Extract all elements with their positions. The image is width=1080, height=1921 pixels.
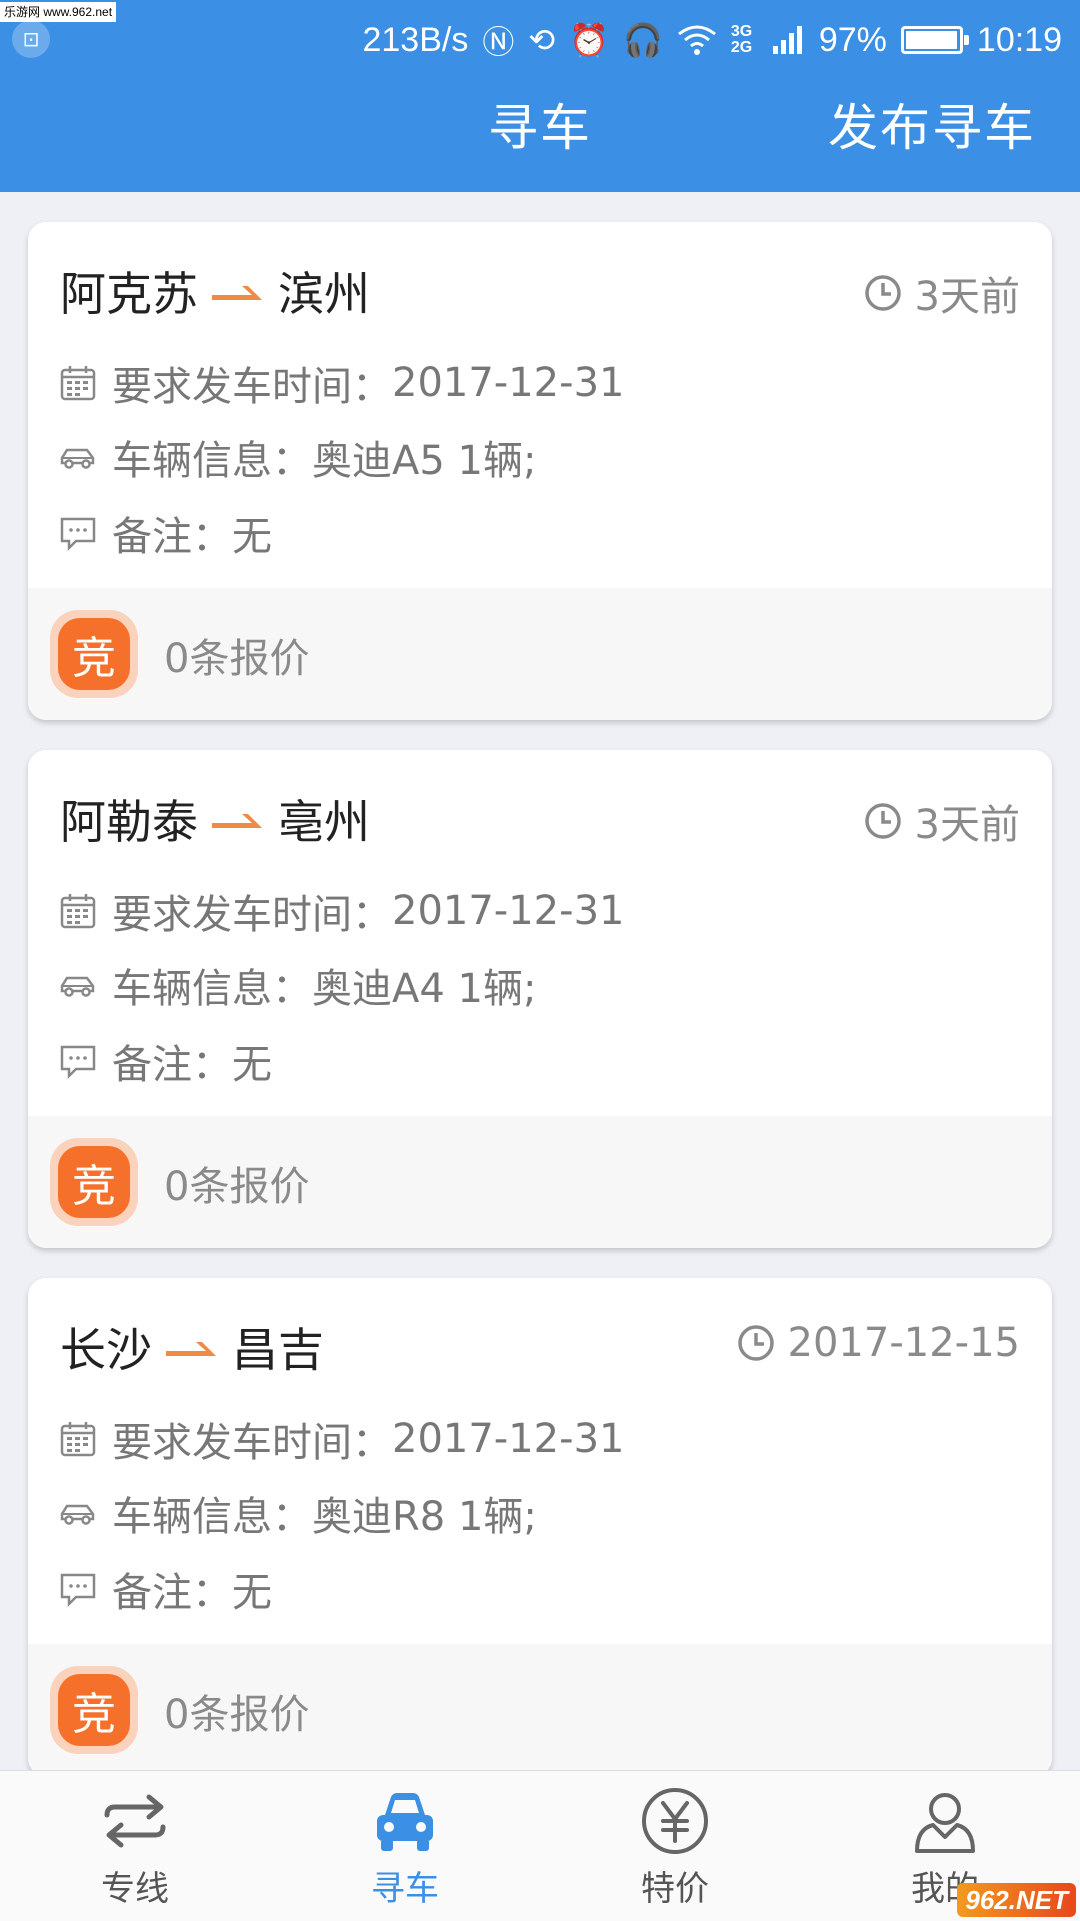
user-icon — [915, 1793, 975, 1853]
remark-row: 备注： 无 — [58, 1032, 272, 1090]
route-arrow-icon — [212, 278, 264, 304]
vehicle-info-row: 车辆信息： 奥迪R8 1辆; — [58, 1484, 537, 1542]
car-outline-icon — [60, 976, 95, 997]
posted-time-text: 3天前 — [914, 274, 1020, 320]
vehicle-info-label: 车辆信息： — [112, 966, 312, 1012]
route: 阿勒泰 亳州 — [60, 786, 370, 852]
bid-count: 0条报价 — [164, 1164, 310, 1210]
depart-time-value: 2017-12-31 — [392, 360, 625, 406]
yen-icon — [642, 1788, 708, 1854]
nav-label: 专线 — [101, 1869, 169, 1909]
request-card[interactable]: 长沙 昌吉 2017-12-15 要求发车时间： 2017-12-31 车辆信息… — [28, 1278, 1052, 1776]
vehicle-info-label: 车辆信息： — [112, 1494, 312, 1540]
bid-icon: 竞 — [50, 610, 138, 698]
depart-time-label: 要求发车时间： — [112, 892, 392, 938]
app-header: 乐游网 www.962.net ⊡ 213B/s Ⓝ ⟲ ⏰ 🎧 3G 2G 9… — [0, 0, 1080, 192]
wifi-icon — [677, 25, 716, 55]
calendar-icon — [60, 366, 96, 401]
route-from: 阿克苏 — [60, 267, 198, 321]
calendar-icon — [60, 894, 96, 929]
route-to: 昌吉 — [232, 1323, 324, 1377]
car-outline-icon — [60, 448, 95, 469]
request-card[interactable]: 阿克苏 滨州 3天前 要求发车时间： 2017-12-31 车辆信息： 奥迪A5… — [28, 222, 1052, 720]
signal-icon — [772, 26, 802, 54]
route: 长沙 昌吉 — [60, 1314, 324, 1380]
alarm-icon: ⏰ — [569, 22, 609, 58]
bid-icon: 竞 — [50, 1666, 138, 1754]
car-icon — [377, 1793, 433, 1851]
depart-time-value: 2017-12-31 — [392, 1416, 625, 1462]
depart-time-row: 要求发车时间： 2017-12-31 — [58, 882, 624, 940]
bid-bar[interactable]: 竞 0条报价 — [28, 588, 1052, 720]
remark-value: 无 — [232, 1042, 272, 1088]
route: 阿克苏 滨州 — [60, 258, 370, 324]
nav-label: 寻车 — [371, 1869, 439, 1909]
vehicle-info-value: 奥迪A5 1辆; — [312, 438, 537, 484]
remark-label: 备注： — [112, 514, 232, 560]
vehicle-info-value: 奥迪A4 1辆; — [312, 966, 537, 1012]
swap-arrows-icon — [104, 1794, 166, 1848]
nfc-icon: Ⓝ — [482, 24, 515, 60]
headphones-icon: 🎧 — [623, 22, 663, 58]
calendar-icon — [60, 1422, 96, 1457]
vehicle-info-row: 车辆信息： 奥迪A4 1辆; — [58, 956, 536, 1014]
status-bar: 乐游网 www.962.net ⊡ 213B/s Ⓝ ⟲ ⏰ 🎧 3G 2G 9… — [0, 0, 1080, 76]
posted-time: 2017-12-15 — [736, 1320, 1020, 1366]
site-badge: 乐游网 www.962.net — [0, 2, 117, 22]
site-watermark: 962.NET — [957, 1883, 1076, 1917]
request-list: 阿克苏 滨州 3天前 要求发车时间： 2017-12-31 车辆信息： 奥迪A5… — [28, 222, 1052, 1806]
bid-bar[interactable]: 竞 0条报价 — [28, 1644, 1052, 1776]
comment-icon — [60, 1045, 96, 1080]
route-to: 滨州 — [278, 267, 370, 321]
depart-time-value: 2017-12-31 — [392, 888, 625, 934]
nav-label: 特价 — [641, 1869, 709, 1909]
publish-search-button[interactable]: 发布寻车 — [828, 88, 1036, 160]
bid-count: 0条报价 — [164, 636, 310, 682]
clock-icon — [737, 1325, 774, 1361]
route-to: 亳州 — [278, 795, 370, 849]
comment-icon — [60, 1573, 96, 1608]
route-arrow-icon — [166, 1334, 218, 1360]
comment-icon — [60, 517, 96, 552]
posted-time: 3天前 — [863, 792, 1020, 850]
request-card[interactable]: 阿勒泰 亳州 3天前 要求发车时间： 2017-12-31 车辆信息： 奥迪A4… — [28, 750, 1052, 1248]
bottom-nav: 专线 寻车 特价 我的 962.NET — [0, 1770, 1080, 1921]
bid-count: 0条报价 — [164, 1692, 310, 1738]
bid-icon: 竞 — [50, 1138, 138, 1226]
network-type: 3G 2G — [730, 23, 753, 56]
battery-icon — [900, 26, 969, 54]
nav-item-find-car[interactable]: 寻车 — [270, 1771, 540, 1921]
remark-value: 无 — [232, 1570, 272, 1616]
screenshot-icon: ⊡ — [12, 20, 50, 58]
remark-row: 备注： 无 — [58, 1560, 272, 1618]
bid-bar[interactable]: 竞 0条报价 — [28, 1116, 1052, 1248]
posted-time-text: 2017-12-15 — [787, 1320, 1020, 1366]
car-outline-icon — [60, 1504, 95, 1525]
rotate-icon: ⟲ — [528, 22, 556, 58]
clock-icon — [864, 275, 901, 311]
battery-percent: 97% — [818, 20, 887, 59]
posted-time-text: 3天前 — [914, 802, 1020, 848]
clock-time: 10:19 — [976, 20, 1062, 59]
vehicle-info-label: 车辆信息： — [112, 438, 312, 484]
remark-label: 备注： — [112, 1042, 232, 1088]
depart-time-label: 要求发车时间： — [112, 1420, 392, 1466]
depart-time-row: 要求发车时间： 2017-12-31 — [58, 1410, 624, 1468]
vehicle-info-row: 车辆信息： 奥迪A5 1辆; — [58, 428, 536, 486]
remark-label: 备注： — [112, 1570, 232, 1616]
nav-item-special-price[interactable]: 特价 — [540, 1771, 810, 1921]
route-from: 阿勒泰 — [60, 795, 198, 849]
net-speed: 213B/s — [362, 20, 469, 59]
depart-time-row: 要求发车时间： 2017-12-31 — [58, 354, 624, 412]
route-from: 长沙 — [60, 1323, 152, 1377]
nav-item-dedicated-line[interactable]: 专线 — [0, 1771, 270, 1921]
route-arrow-icon — [212, 806, 264, 832]
clock-icon — [864, 803, 901, 839]
remark-row: 备注： 无 — [58, 504, 272, 562]
posted-time: 3天前 — [863, 264, 1020, 322]
vehicle-info-value: 奥迪R8 1辆; — [312, 1494, 537, 1540]
status-icons: 213B/s Ⓝ ⟲ ⏰ 🎧 3G 2G 97% 10:19 — [362, 16, 1062, 64]
remark-value: 无 — [232, 514, 272, 560]
depart-time-label: 要求发车时间： — [112, 364, 392, 410]
